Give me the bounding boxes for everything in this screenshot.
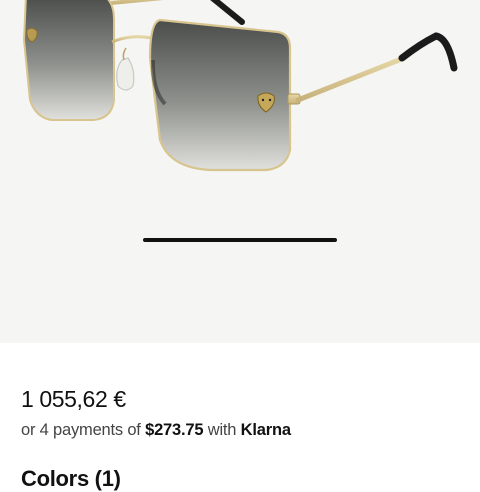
- product-price: 1 055,62 €: [21, 386, 126, 412]
- colors-heading: Colors (1): [21, 466, 121, 491]
- klarna-label[interactable]: Klarna: [241, 421, 291, 439]
- installment-info[interactable]: or 4 payments of $273.75 with Klarna: [21, 421, 291, 440]
- product-image-gallery[interactable]: [0, 0, 480, 343]
- installment-amount: $273.75: [145, 421, 204, 439]
- product-image: [22, 0, 458, 172]
- installment-prefix: or 4 payments of: [21, 421, 141, 439]
- carousel-indicator[interactable]: [143, 238, 337, 242]
- installment-middle: with: [207, 421, 237, 439]
